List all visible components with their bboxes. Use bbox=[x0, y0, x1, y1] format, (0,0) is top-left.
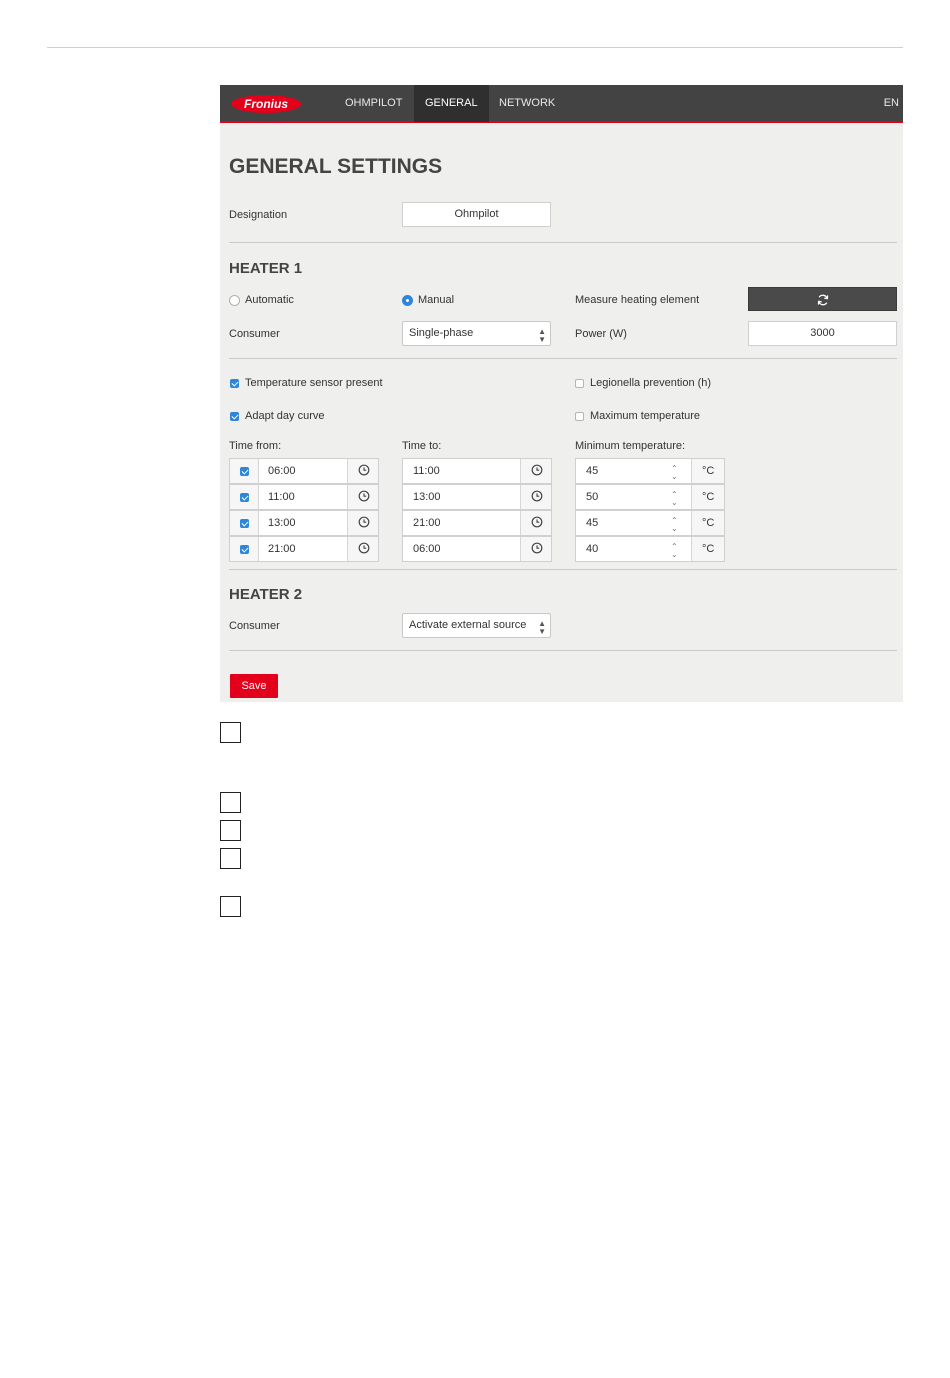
divider bbox=[229, 650, 897, 651]
clock-icon[interactable] bbox=[531, 490, 543, 502]
time-from-input[interactable]: 11:00 bbox=[268, 485, 295, 509]
min-temp-group: 45 ⌃ ⌄ °C bbox=[575, 458, 725, 484]
adapt-day-curve-label: Adapt day curve bbox=[245, 410, 325, 422]
min-temp-group: 50 ⌃ ⌄ °C bbox=[575, 484, 725, 510]
time-from-input[interactable]: 06:00 bbox=[268, 459, 296, 483]
step-checkbox[interactable] bbox=[220, 820, 241, 841]
stepper-icon[interactable]: ⌃ ⌄ bbox=[671, 543, 678, 567]
designation-input[interactable]: Ohmpilot bbox=[402, 202, 551, 227]
ohmpilot-web-interface: Fronius OHMPILOT GENERAL NETWORK EN GENE… bbox=[220, 85, 903, 702]
unit-label: °C bbox=[702, 465, 715, 477]
schedule-row-checkbox[interactable] bbox=[240, 519, 249, 528]
consumer-select[interactable]: Single-phase ▲ ▼ bbox=[402, 321, 551, 346]
unit-label: °C bbox=[702, 517, 715, 529]
clock-icon[interactable] bbox=[531, 542, 543, 554]
step-checkbox[interactable] bbox=[220, 896, 241, 917]
tab-ohmpilot[interactable]: OHMPILOT bbox=[334, 85, 413, 122]
clock-icon[interactable] bbox=[358, 490, 370, 502]
maximum-temperature-checkbox[interactable] bbox=[575, 412, 584, 421]
clock-icon[interactable] bbox=[531, 516, 543, 528]
svg-text:Fronius: Fronius bbox=[244, 97, 288, 111]
clock-icon[interactable] bbox=[358, 542, 370, 554]
legionella-prevention-checkbox[interactable] bbox=[575, 379, 584, 388]
measure-heating-element-button[interactable] bbox=[748, 287, 897, 311]
time-from-group: 11:00 bbox=[229, 484, 379, 510]
divider bbox=[229, 569, 897, 570]
page-top-rule bbox=[47, 47, 903, 48]
heater2-consumer-label: Consumer bbox=[229, 620, 280, 632]
min-temp-group: 40 ⌃ ⌄ °C bbox=[575, 536, 725, 562]
mode-manual-radio[interactable] bbox=[402, 295, 413, 306]
step-checkbox[interactable] bbox=[220, 792, 241, 813]
divider bbox=[229, 358, 897, 359]
unit-label: °C bbox=[702, 491, 715, 503]
heater2-title: HEATER 2 bbox=[229, 586, 303, 603]
time-to-label: Time to: bbox=[402, 440, 442, 452]
time-to-group: 06:00 bbox=[402, 536, 552, 562]
navbar: Fronius OHMPILOT GENERAL NETWORK EN bbox=[220, 85, 903, 123]
min-temp-input[interactable]: 45 bbox=[586, 511, 598, 535]
power-label: Power (W) bbox=[575, 328, 627, 340]
heater2-consumer-select[interactable]: Activate external source ▲ ▼ bbox=[402, 613, 551, 638]
schedule-row-checkbox[interactable] bbox=[240, 545, 249, 554]
min-temp-group: 45 ⌃ ⌄ °C bbox=[575, 510, 725, 536]
select-arrows-icon: ▲ ▼ bbox=[538, 619, 546, 636]
refresh-icon bbox=[817, 294, 829, 306]
time-from-group: 21:00 bbox=[229, 536, 379, 562]
time-to-input[interactable]: 13:00 bbox=[413, 485, 441, 509]
time-to-group: 11:00 bbox=[402, 458, 552, 484]
designation-label: Designation bbox=[229, 209, 288, 221]
select-arrows-icon: ▲ ▼ bbox=[538, 327, 546, 344]
legionella-prevention-label: Legionella prevention (h) bbox=[590, 377, 712, 389]
language-selector[interactable]: EN bbox=[884, 85, 899, 122]
step-checkbox[interactable] bbox=[220, 848, 241, 869]
time-from-input[interactable]: 21:00 bbox=[268, 537, 296, 561]
mode-manual-label: Manual bbox=[418, 294, 455, 306]
clock-icon[interactable] bbox=[531, 464, 543, 476]
save-button[interactable]: Save bbox=[230, 674, 278, 698]
divider bbox=[229, 242, 897, 243]
adapt-day-curve-checkbox[interactable] bbox=[230, 412, 239, 421]
time-from-group: 06:00 bbox=[229, 458, 379, 484]
consumer-select-value: Single-phase bbox=[409, 327, 474, 339]
unit-label: °C bbox=[702, 543, 715, 555]
temperature-sensor-checkbox[interactable] bbox=[230, 379, 239, 388]
time-from-input[interactable]: 13:00 bbox=[268, 511, 296, 535]
step-checkbox[interactable] bbox=[220, 722, 241, 743]
time-to-input[interactable]: 11:00 bbox=[413, 459, 440, 483]
mode-automatic-radio[interactable] bbox=[229, 295, 240, 306]
clock-icon[interactable] bbox=[358, 464, 370, 476]
consumer-label: Consumer bbox=[229, 328, 280, 340]
power-input[interactable]: 3000 bbox=[748, 321, 897, 346]
time-to-group: 21:00 bbox=[402, 510, 552, 536]
temperature-sensor-label: Temperature sensor present bbox=[245, 377, 383, 389]
min-temp-input[interactable]: 45 bbox=[586, 459, 598, 483]
min-temp-input[interactable]: 50 bbox=[586, 485, 598, 509]
time-to-group: 13:00 bbox=[402, 484, 552, 510]
maximum-temperature-label: Maximum temperature bbox=[590, 410, 701, 422]
schedule-row-checkbox[interactable] bbox=[240, 467, 249, 476]
heater2-consumer-value: Activate external source bbox=[409, 619, 527, 631]
time-to-input[interactable]: 21:00 bbox=[413, 511, 441, 535]
time-from-label: Time from: bbox=[229, 440, 282, 452]
heater1-title: HEATER 1 bbox=[229, 260, 303, 277]
tab-general[interactable]: GENERAL bbox=[414, 85, 489, 122]
schedule-row-checkbox[interactable] bbox=[240, 493, 249, 502]
tab-network[interactable]: NETWORK bbox=[488, 85, 566, 122]
page-title: GENERAL SETTINGS bbox=[229, 155, 443, 178]
min-temp-input[interactable]: 40 bbox=[586, 537, 598, 561]
minimum-temperature-label: Minimum temperature: bbox=[575, 440, 686, 452]
fronius-logo[interactable]: Fronius bbox=[230, 94, 302, 114]
measure-heating-element-label: Measure heating element bbox=[575, 294, 700, 306]
time-to-input[interactable]: 06:00 bbox=[413, 537, 441, 561]
clock-icon[interactable] bbox=[358, 516, 370, 528]
time-from-group: 13:00 bbox=[229, 510, 379, 536]
mode-automatic-label: Automatic bbox=[245, 294, 294, 306]
